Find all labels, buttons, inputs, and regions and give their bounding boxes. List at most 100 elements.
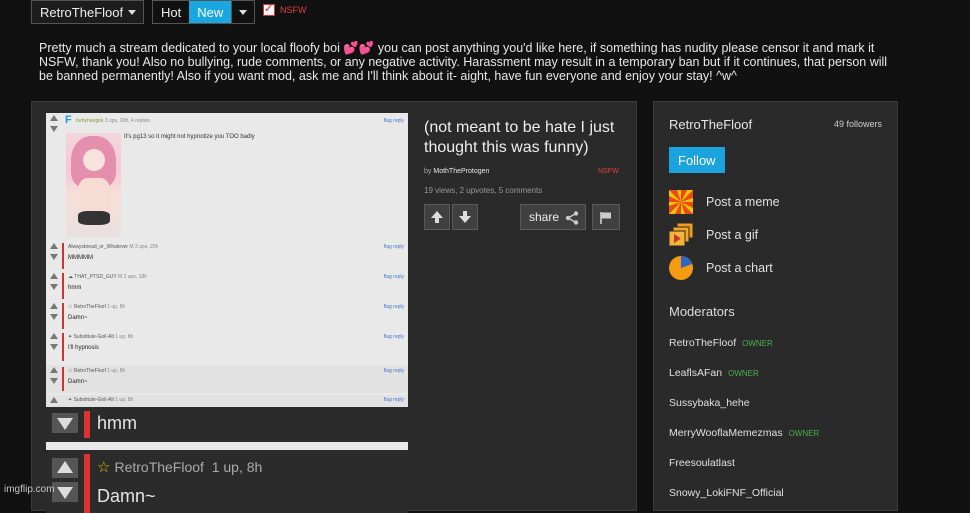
comment-user: RetroTheFloof [114,459,204,475]
arrow-down-icon [459,211,471,223]
nsfw-label: NSFW [280,5,307,15]
upvote-icon [52,458,78,478]
downvote-icon [50,126,58,132]
image-divider [46,442,408,450]
moderators-heading: Moderators [669,304,735,319]
moderator-name: Freesoulatlast [669,457,735,469]
image-comment-reply: Alwaysbread_or_Whatever M 3 ups, 20h MMM… [46,241,408,271]
comment-text: MMMMM [68,255,93,261]
comment-flag-reply: flag reply [383,368,404,374]
comment-flag-reply: flag reply [383,274,404,280]
post-meme-label: Post a meme [706,195,780,209]
top-bar: RetroTheFloof Hot New NSFW [0,0,970,28]
arrow-up-icon [431,211,443,223]
vote-arrows [48,115,60,132]
sort-dropdown-icon[interactable] [231,1,254,23]
post-title: (not meant to be hate I just thought thi… [424,119,615,156]
downvote-icon [50,314,58,320]
moderator-item[interactable]: Snowy_LokiFNF_Official [669,487,784,499]
upvote-icon [50,303,58,309]
comment-meta: ☆ RetroTheFloof 1 up, 8h [97,458,262,476]
post-image[interactable]: F furbyhangirk 3 ups, 20h, 4 replies It'… [46,113,408,513]
comment-text: hmm [97,413,137,433]
comment-flag-reply: flag reply [383,334,404,340]
upvote-icon [50,115,58,121]
share-label: share [529,210,560,224]
image-comment-big: hmm [46,407,408,442]
comment-text: Damn~ [97,486,156,506]
post-chart-action[interactable]: Post a chart [669,256,889,280]
comment-meta: furbyhangirk 3 ups, 20h, 4 replies [76,118,150,124]
post-gif-action[interactable]: Post a gif [669,223,889,247]
comment-stats: M 3 ups, 20h [129,244,159,250]
follower-count: 49 followers [833,119,882,129]
moderator-item[interactable]: Freesoulatlast [669,457,735,469]
downvote-icon [52,482,78,502]
moderator-name: LeaflsAFan [669,367,723,379]
downvote-icon [52,413,78,433]
post-author-link[interactable]: MothTheProtogen [433,168,489,175]
upvote-icon [50,243,58,249]
comment-stats: M 2 ups, 18h [118,274,147,280]
chart-icon [669,256,693,280]
upvote-icon [50,273,58,279]
comment-flag-reply: flag reply [383,397,404,403]
downvote-button[interactable] [452,204,478,230]
comment-user: furbyhangirk [76,118,104,124]
comment-user: ☆ RetroTheFloof [68,304,106,310]
post-chart-label: Post a chart [706,261,773,275]
downvote-icon [50,254,58,260]
moderator-name: RetroTheFloof [669,337,737,349]
sort-new-button[interactable]: New [189,1,232,23]
comment-user: ☁ THAT_PTSD_GUY [68,274,117,280]
image-comment-op: F furbyhangirk 3 ups, 20h, 4 replies It'… [46,113,408,241]
moderator-name: Sussybaka_hehe [669,397,750,409]
comment-text: It's pg13 so it might not hypnotize you … [124,134,255,140]
stream-sidebar: RetroTheFloof 49 followers Follow Post a… [653,101,898,511]
comment-stats: 1 up, 8h [107,368,126,374]
byline-prefix: by [424,168,432,175]
stream-select[interactable]: RetroTheFloof [31,0,144,24]
follow-button[interactable]: Follow [669,147,725,173]
comment-text: hmm [68,285,82,291]
post-stats: 19 views, 2 upvotes, 5 comments [424,186,543,195]
comment-stats: 3 ups, 20h, 4 replies [104,118,150,124]
sidebar-stream-name: RetroTheFloof [669,117,753,132]
nsfw-toggle[interactable]: NSFW [263,2,307,16]
owner-badge: OWNER [742,339,773,348]
user-badge-icon: F [65,114,72,126]
image-comment-big: ☆ RetroTheFloof 1 up, 8h Damn~ [46,450,408,513]
stream-select-label: RetroTheFloof [40,5,124,20]
moderator-item[interactable]: RetroTheFloof OWNER [669,337,773,349]
image-comment-zoomed: ✦ Substitute-Goil-Alt 1 up, 8h flag repl… [46,395,408,407]
comment-text: Damn~ [68,315,88,321]
comment-flag-reply: flag reply [383,118,404,124]
comment-stats: 1 up, 8h [115,397,134,403]
downvote-icon [50,378,58,384]
meme-icon [669,190,693,214]
chevron-down-icon [128,10,136,15]
moderator-name: MerryWooflaMemezmas [669,427,783,439]
comment-flag-reply: flag reply [383,304,404,310]
nsfw-checkbox[interactable] [263,2,275,16]
post-meme-action[interactable]: Post a meme [669,190,889,214]
star-icon: ☆ [97,459,111,476]
share-button[interactable]: share [520,204,586,230]
downvote-icon [50,284,58,290]
comment-user: Alwaysbread_or_Whatever [68,244,129,250]
sort-hot-button[interactable]: Hot [153,1,189,23]
moderator-item[interactable]: LeaflsAFan OWNER [669,367,759,379]
moderator-item[interactable]: MerryWooflaMemezmas OWNER [669,427,819,439]
upvote-button[interactable] [424,204,450,230]
image-comment-reply: ☆ RetroTheFloof 1 up, 8h Damn~ flag repl… [46,301,408,331]
comment-stats: 1 up, 8h [107,304,126,310]
flag-button[interactable] [592,204,620,230]
sort-group: Hot New [152,0,256,24]
flag-icon [600,212,611,224]
comment-text: Damn~ [68,379,88,385]
moderator-name: Snowy_LokiFNF_Official [669,487,784,499]
comment-flag-reply: flag reply [383,244,404,250]
upvote-icon [50,397,58,403]
share-icon [565,211,579,225]
moderator-item[interactable]: Sussybaka_hehe [669,397,750,409]
